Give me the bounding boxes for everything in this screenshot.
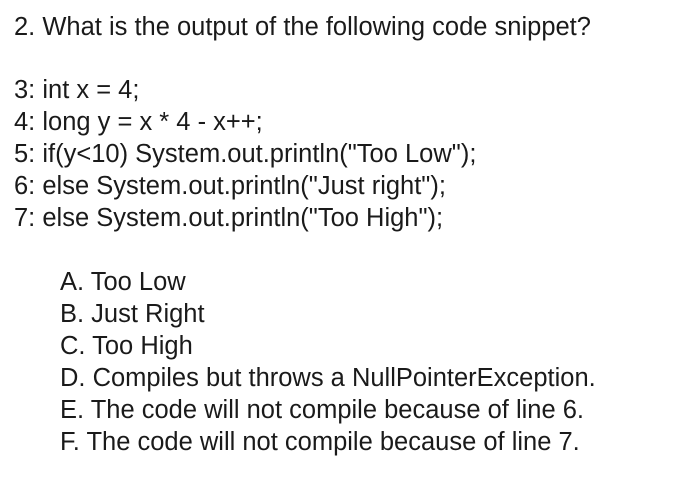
option-c: C. Too High — [60, 332, 193, 360]
code-line-4: 4: long y = x * 4 - x++; — [14, 108, 263, 136]
answer-options: A. Too Low B. Just Right C. Too High D. … — [60, 266, 680, 458]
option-a: A. Too Low — [60, 268, 186, 296]
code-line-7: 7: else System.out.println("Too High"); — [14, 204, 444, 232]
code-line-3: 3: int x = 4; — [14, 76, 140, 104]
code-line-5: 5: if(y<10) System.out.println("Too Low"… — [14, 140, 477, 168]
option-f: F. The code will not compile because of … — [60, 428, 580, 456]
code-line-6: 6: else System.out.println("Just right")… — [14, 172, 446, 200]
code-snippet: 3: int x = 4; 4: long y = x * 4 - x++; 5… — [14, 74, 679, 234]
option-b: B. Just Right — [60, 300, 205, 328]
option-e: E. The code will not compile because of … — [60, 396, 584, 424]
question-text: 2. What is the output of the following c… — [14, 13, 591, 41]
option-d: D. Compiles but throws a NullPointerExce… — [60, 364, 596, 392]
